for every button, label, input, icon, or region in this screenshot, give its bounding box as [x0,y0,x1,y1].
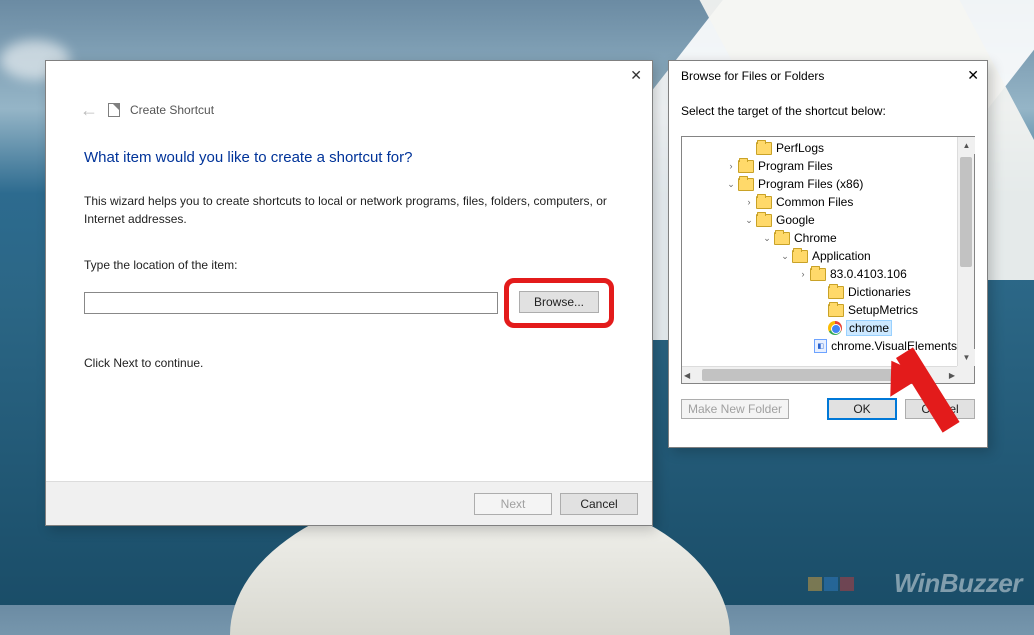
close-icon[interactable]: ✕ [630,67,642,84]
caret-right-icon[interactable]: › [796,269,810,279]
scroll-up-icon[interactable]: ▲ [958,137,975,154]
tree-item-label: Google [776,213,815,227]
folder-icon [756,196,772,209]
manifest-icon: ◧ [814,339,827,353]
browse-dialog: Browse for Files or Folders ✕ Select the… [668,60,988,448]
folder-icon [828,304,844,317]
continue-hint: Click Next to continue. [46,328,652,370]
tree-item-label: Program Files [758,159,833,173]
browse-title: Browse for Files or Folders [681,69,824,83]
tree-item[interactable]: ›Dictionaries [686,283,957,301]
caret-down-icon[interactable]: ⌄ [742,215,756,226]
tree-item[interactable]: ›◧chrome.VisualElements [686,337,957,355]
tree-item[interactable]: ›chrome [686,319,957,337]
chrome-icon [828,321,842,335]
tree-item[interactable]: › Program Files [686,157,957,175]
ok-button[interactable]: OK [827,398,897,420]
folder-icon [792,250,808,263]
tree-item-label: Common Files [776,195,853,209]
make-new-folder-button[interactable]: Make New Folder [681,399,789,419]
main-heading: What item would you like to create a sho… [46,119,652,166]
tree-item-label: Program Files (x86) [758,177,863,191]
shortcut-icon [108,103,120,117]
scroll-left-icon[interactable]: ◀ [684,371,690,380]
folder-icon [774,232,790,245]
tree-item-label: Application [812,249,871,263]
next-button[interactable]: Next [474,493,552,515]
tree-item-label: 83.0.4103.106 [830,267,907,281]
tree-item[interactable]: ›SetupMetrics [686,301,957,319]
scroll-thumb[interactable] [960,157,972,267]
tree-item-label: Dictionaries [848,285,911,299]
tree-item-label: Chrome [794,231,837,245]
location-label: Type the location of the item: [46,228,652,278]
caret-down-icon[interactable]: ⌄ [760,233,774,244]
tree-item-label: chrome.VisualElements [831,339,957,353]
tree-item[interactable]: › 83.0.4103.106 [686,265,957,283]
browse-instruction: Select the target of the shortcut below: [669,90,987,136]
scroll-right-icon[interactable]: ▶ [949,371,955,380]
tree-item-label: PerfLogs [776,141,824,155]
folder-icon [756,214,772,227]
folder-icon [810,268,826,281]
tree-item[interactable]: ⌄ Program Files (x86) [686,175,957,193]
tree-item-label: chrome [846,320,892,336]
watermark-logo [808,577,854,591]
vertical-scrollbar[interactable]: ▲ ▼ [957,137,974,366]
caret-right-icon[interactable]: › [724,161,738,171]
caret-down-icon[interactable]: ⌄ [724,179,738,190]
back-icon: ← [80,101,98,119]
tree-item[interactable]: ⌄ Chrome [686,229,957,247]
caret-down-icon[interactable]: ⌄ [778,251,792,262]
cancel-button[interactable]: Cancel [560,493,638,515]
tree-item[interactable]: ⌄ Google [686,211,957,229]
dialog-title: Create Shortcut [130,103,214,117]
cancel-button[interactable]: Cancel [905,399,975,419]
scroll-down-icon[interactable]: ▼ [958,349,975,366]
folder-icon [828,286,844,299]
folder-icon [756,142,772,155]
scroll-corner [957,366,974,383]
tree-item[interactable]: › Common Files [686,193,957,211]
folder-icon [738,178,754,191]
browse-button[interactable]: Browse... [519,291,599,313]
watermark-text: WinBuzzer [894,568,1022,599]
tree-item-label: SetupMetrics [848,303,918,317]
tree-item[interactable]: ⌄ Application [686,247,957,265]
helper-text: This wizard helps you to create shortcut… [46,166,652,228]
create-shortcut-dialog: ✕ ← Create Shortcut What item would you … [45,60,653,526]
caret-right-icon[interactable]: › [742,197,756,207]
folder-tree: ›PerfLogs›Program Files⌄Program Files (x… [681,136,975,384]
browse-highlight: Browse... [504,278,614,328]
tree-item[interactable]: ›PerfLogs [686,139,957,157]
close-icon[interactable]: ✕ [967,67,979,84]
folder-icon [738,160,754,173]
location-input[interactable] [84,292,498,314]
tree-viewport[interactable]: ›PerfLogs›Program Files⌄Program Files (x… [682,137,957,366]
horizontal-scrollbar[interactable]: ◀ ▶ [682,366,957,383]
scroll-thumb-h[interactable] [702,369,897,381]
